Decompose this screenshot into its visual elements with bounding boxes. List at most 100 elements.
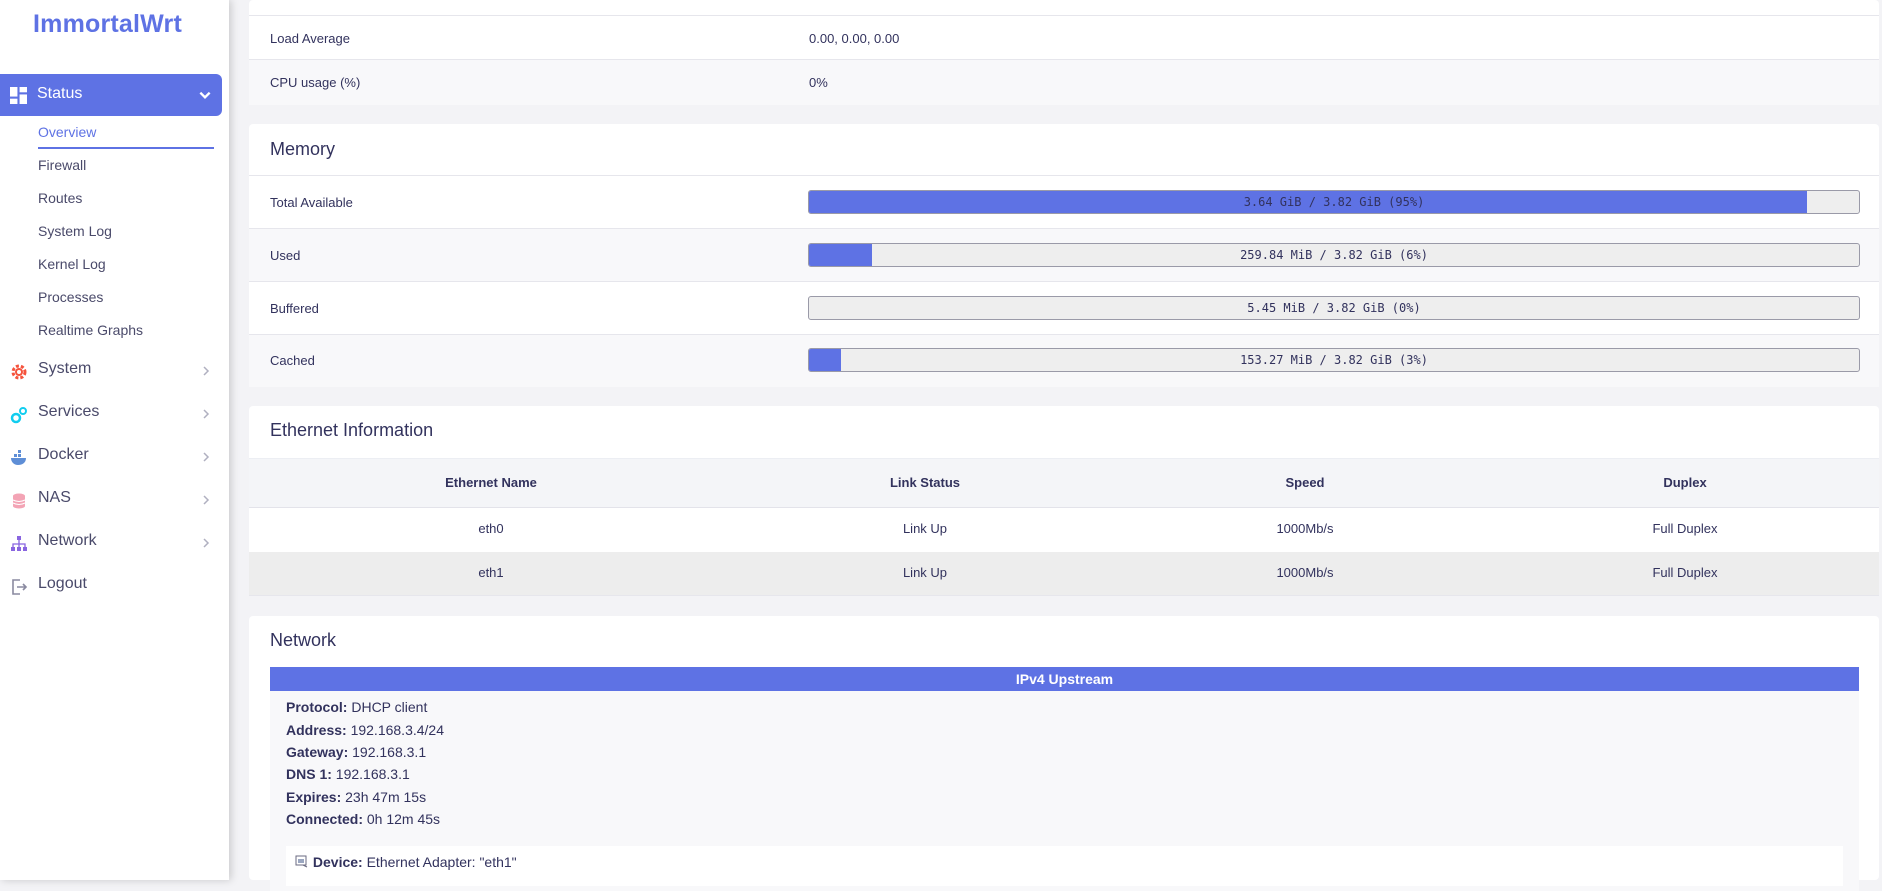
- ethernet-port-icon: [295, 855, 308, 868]
- subnav-routes[interactable]: Routes: [38, 190, 82, 206]
- table-cell: eth0: [478, 521, 504, 536]
- field-value: 192.168.3.4/24: [350, 722, 444, 738]
- row-key: Buffered: [270, 301, 319, 316]
- chevron-right-icon: [203, 409, 210, 419]
- progress-text: 153.27 MiB / 3.82 GiB (3%): [1240, 353, 1428, 367]
- progress-text: 259.84 MiB / 3.82 GiB (6%): [1240, 248, 1428, 262]
- memory-card: Memory Total Available 3.64 GiB / 3.82 G…: [249, 124, 1879, 387]
- dns-field: DNS 1: 192.168.3.1: [286, 766, 410, 782]
- field-value: 23h 47m 15s: [345, 789, 427, 805]
- dashboard-icon: [10, 87, 27, 104]
- field-label: Address:: [286, 722, 347, 738]
- table-row: CPU usage (%) 0%: [249, 59, 1879, 105]
- field-label: Connected:: [286, 811, 363, 827]
- row-value: 0.00, 0.00, 0.00: [809, 31, 900, 46]
- subnav-realtime-graphs[interactable]: Realtime Graphs: [38, 322, 143, 338]
- table-cell: 1000Mb/s: [1276, 565, 1334, 580]
- row-key: Used: [270, 248, 301, 263]
- table-cell: eth1: [478, 565, 504, 580]
- field-value: DHCP client: [351, 699, 428, 715]
- device-field: Device: Ethernet Adapter: "eth1": [295, 854, 517, 870]
- subnav-firewall[interactable]: Firewall: [38, 157, 86, 173]
- network-title: Network: [270, 630, 337, 650]
- ipv4-upstream-header: IPv4 Upstream: [270, 667, 1859, 691]
- memory-row: Total Available 3.64 GiB / 3.82 GiB (95%…: [249, 175, 1879, 229]
- subnav-kernel-log[interactable]: Kernel Log: [38, 256, 106, 272]
- row-value: 0%: [809, 75, 828, 90]
- gateway-field: Gateway: 192.168.3.1: [286, 744, 426, 760]
- logout-icon: [12, 579, 28, 595]
- ethernet-card: Ethernet Information Ethernet Name Link …: [249, 406, 1879, 596]
- memory-row: Buffered 5.45 MiB / 3.82 GiB (0%): [249, 281, 1879, 335]
- services-icon: [10, 407, 27, 424]
- sidebar: ImmortalWrt Status Overview Firewall Rou…: [0, 0, 229, 880]
- nav-system[interactable]: System: [0, 356, 222, 386]
- subnav-processes[interactable]: Processes: [38, 289, 103, 305]
- database-icon: [12, 493, 26, 509]
- brand-logo[interactable]: ImmortalWrt: [33, 10, 182, 39]
- progress-text: 5.45 MiB / 3.82 GiB (0%): [1247, 301, 1421, 315]
- nav-docker-label: Docker: [38, 446, 89, 463]
- chevron-right-icon: [203, 538, 210, 548]
- chevron-right-icon: [203, 495, 210, 505]
- network-card: Network IPv4 Upstream Protocol: DHCP cli…: [249, 616, 1879, 891]
- table-row: Load Average 0.00, 0.00, 0.00: [249, 15, 1879, 60]
- row-key: Load Average: [270, 31, 350, 46]
- table-cell: Full Duplex: [1652, 521, 1718, 536]
- network-icon: [11, 536, 27, 551]
- system-card: Load Average 0.00, 0.00, 0.00 CPU usage …: [249, 0, 1879, 105]
- nav-system-label: System: [38, 360, 92, 377]
- memory-row: Cached 153.27 MiB / 3.82 GiB (3%): [249, 334, 1879, 387]
- gear-icon: [11, 364, 27, 380]
- chevron-right-icon: [203, 452, 210, 462]
- table-cell: Link Up: [902, 565, 948, 580]
- table-row: eth0 Link Up 1000Mb/s Full Duplex: [249, 507, 1879, 553]
- field-value: 192.168.3.1: [352, 744, 427, 760]
- nav-nas[interactable]: NAS: [0, 485, 222, 515]
- nav-docker[interactable]: Docker: [0, 442, 222, 472]
- column-header: Speed: [1285, 475, 1325, 490]
- docker-icon: [11, 450, 26, 465]
- row-key: Total Available: [270, 195, 353, 210]
- progress-text: 3.64 GiB / 3.82 GiB (95%): [1243, 195, 1425, 209]
- table-cell: 1000Mb/s: [1276, 521, 1334, 536]
- table-cell: Link Up: [902, 521, 948, 536]
- row-key: Cached: [270, 353, 315, 368]
- nav-nas-label: NAS: [38, 489, 71, 506]
- memory-progress-bar: 3.64 GiB / 3.82 GiB (95%): [808, 190, 1860, 214]
- nav-network-label: Network: [38, 532, 97, 549]
- expires-field: Expires: 23h 47m 15s: [286, 789, 426, 805]
- nav-logout-label: Logout: [38, 575, 87, 592]
- table-row: eth1 Link Up 1000Mb/s Full Duplex: [249, 552, 1879, 596]
- nav-network[interactable]: Network: [0, 528, 222, 558]
- column-header: Link Status: [889, 475, 961, 490]
- nav-status[interactable]: Status: [0, 74, 222, 116]
- ethernet-title: Ethernet Information: [270, 420, 434, 440]
- field-label: DNS 1:: [286, 766, 332, 782]
- memory-progress-bar: 259.84 MiB / 3.82 GiB (6%): [808, 243, 1860, 267]
- table-cell: Full Duplex: [1652, 565, 1718, 580]
- row-key: CPU usage (%): [270, 75, 361, 90]
- field-value: 0h 12m 45s: [366, 811, 441, 827]
- nav-logout[interactable]: Logout: [0, 571, 222, 601]
- device-box: Device: Ethernet Adapter: "eth1": [286, 846, 1843, 886]
- column-header: Ethernet Name: [445, 475, 537, 490]
- chevron-down-icon: [199, 91, 211, 99]
- memory-row: Used 259.84 MiB / 3.82 GiB (6%): [249, 228, 1879, 282]
- active-underline: [38, 147, 214, 149]
- address-field: Address: 192.168.3.4/24: [286, 722, 444, 738]
- protocol-field: Protocol: DHCP client: [286, 699, 427, 715]
- field-value: Ethernet Adapter: "eth1": [366, 854, 517, 870]
- subnav-system-log[interactable]: System Log: [38, 223, 112, 239]
- memory-progress-bar: 153.27 MiB / 3.82 GiB (3%): [808, 348, 1860, 372]
- nav-services[interactable]: Services: [0, 399, 222, 429]
- field-label: Expires:: [286, 789, 342, 805]
- field-label: Protocol:: [286, 699, 348, 715]
- subnav-overview[interactable]: Overview: [38, 124, 96, 140]
- nav-services-label: Services: [38, 403, 100, 420]
- field-value: 192.168.3.1: [335, 766, 410, 782]
- memory-title: Memory: [270, 139, 336, 159]
- ethernet-table-header: Ethernet Name Link Status Speed Duplex: [249, 458, 1879, 508]
- field-label: Gateway:: [286, 744, 349, 760]
- ipv4-upstream-body: Protocol: DHCP client Address: 192.168.3…: [270, 691, 1859, 891]
